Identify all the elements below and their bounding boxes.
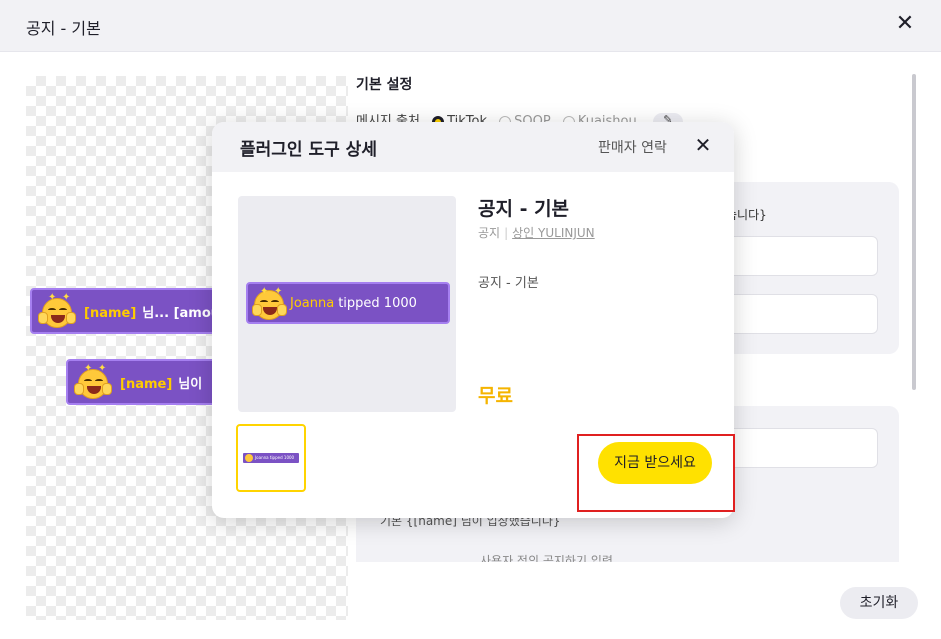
thumb-text: Joanna tipped 1000 [255, 455, 295, 460]
custom-placeholder: 공지하기 입력 [542, 554, 613, 562]
text-input[interactable] [721, 294, 878, 334]
product-meta: 공지 | 상인 YULINJUN [478, 226, 595, 240]
text-input[interactable] [721, 236, 878, 276]
seller-link[interactable]: 상인 YULINJUN [512, 226, 595, 240]
alert-text: 님... [amou [142, 305, 220, 321]
custom-option[interactable]: 사용자 정의 공지하기 입력 [480, 552, 613, 562]
plugin-window: 공지 - 기본 ✕ ✦ ✦ [name] 님... [amou ✦ ✦ [name] 님… [0, 0, 941, 639]
product-price: 무료 [478, 385, 513, 407]
alert-name: [name] [120, 376, 173, 392]
highlight-box [577, 434, 735, 512]
emoji-icon [245, 454, 253, 462]
title-bar: 공지 - 기본 ✕ [0, 0, 941, 52]
product-description: 공지 - 기본 [478, 276, 539, 291]
preview-thumbnail[interactable]: Joanna tipped 1000 [236, 424, 306, 492]
settings-heading: 기본 설정 [356, 77, 413, 93]
laughing-emoji-icon: ✦ ✦ [74, 363, 112, 401]
alert-text: tipped 1000 [338, 295, 417, 311]
product-category: 공지 [478, 226, 501, 240]
product-name: 공지 - 기본 [478, 198, 570, 220]
close-icon[interactable]: ✕ [692, 133, 714, 157]
contact-seller-link[interactable]: 판매자 연락 [598, 137, 667, 157]
plugin-detail-modal: 플러그인 도구 상세 판매자 연락 ✕ ✦ ✦ Joanna tipped 1000… [212, 122, 735, 518]
preview-alert: ✦ ✦ [name] 님... [amou [30, 288, 220, 334]
scrollbar[interactable] [912, 74, 916, 390]
laughing-emoji-icon: ✦ ✦ [38, 292, 76, 330]
alert-text: 님이 [178, 376, 203, 392]
alert-name: Joanna [290, 295, 335, 311]
modal-header: 플러그인 도구 상세 판매자 연락 ✕ [212, 122, 734, 172]
text-input[interactable] [721, 428, 878, 468]
custom-label: 사용자 정의 [480, 554, 540, 562]
modal-title: 플러그인 도구 상세 [240, 140, 377, 160]
laughing-emoji-icon: ✦ ✦ [252, 286, 287, 320]
preview-alert: ✦ ✦ Joanna tipped 1000 [246, 282, 450, 324]
preview-alert: ✦ ✦ [name] 님이 [66, 359, 220, 405]
close-icon[interactable]: ✕ [893, 12, 917, 36]
alert-name: [name] [84, 305, 137, 321]
window-title: 공지 - 기본 [26, 19, 101, 38]
reset-button[interactable]: 초기화 [840, 587, 918, 619]
product-preview: ✦ ✦ Joanna tipped 1000 [238, 196, 456, 412]
